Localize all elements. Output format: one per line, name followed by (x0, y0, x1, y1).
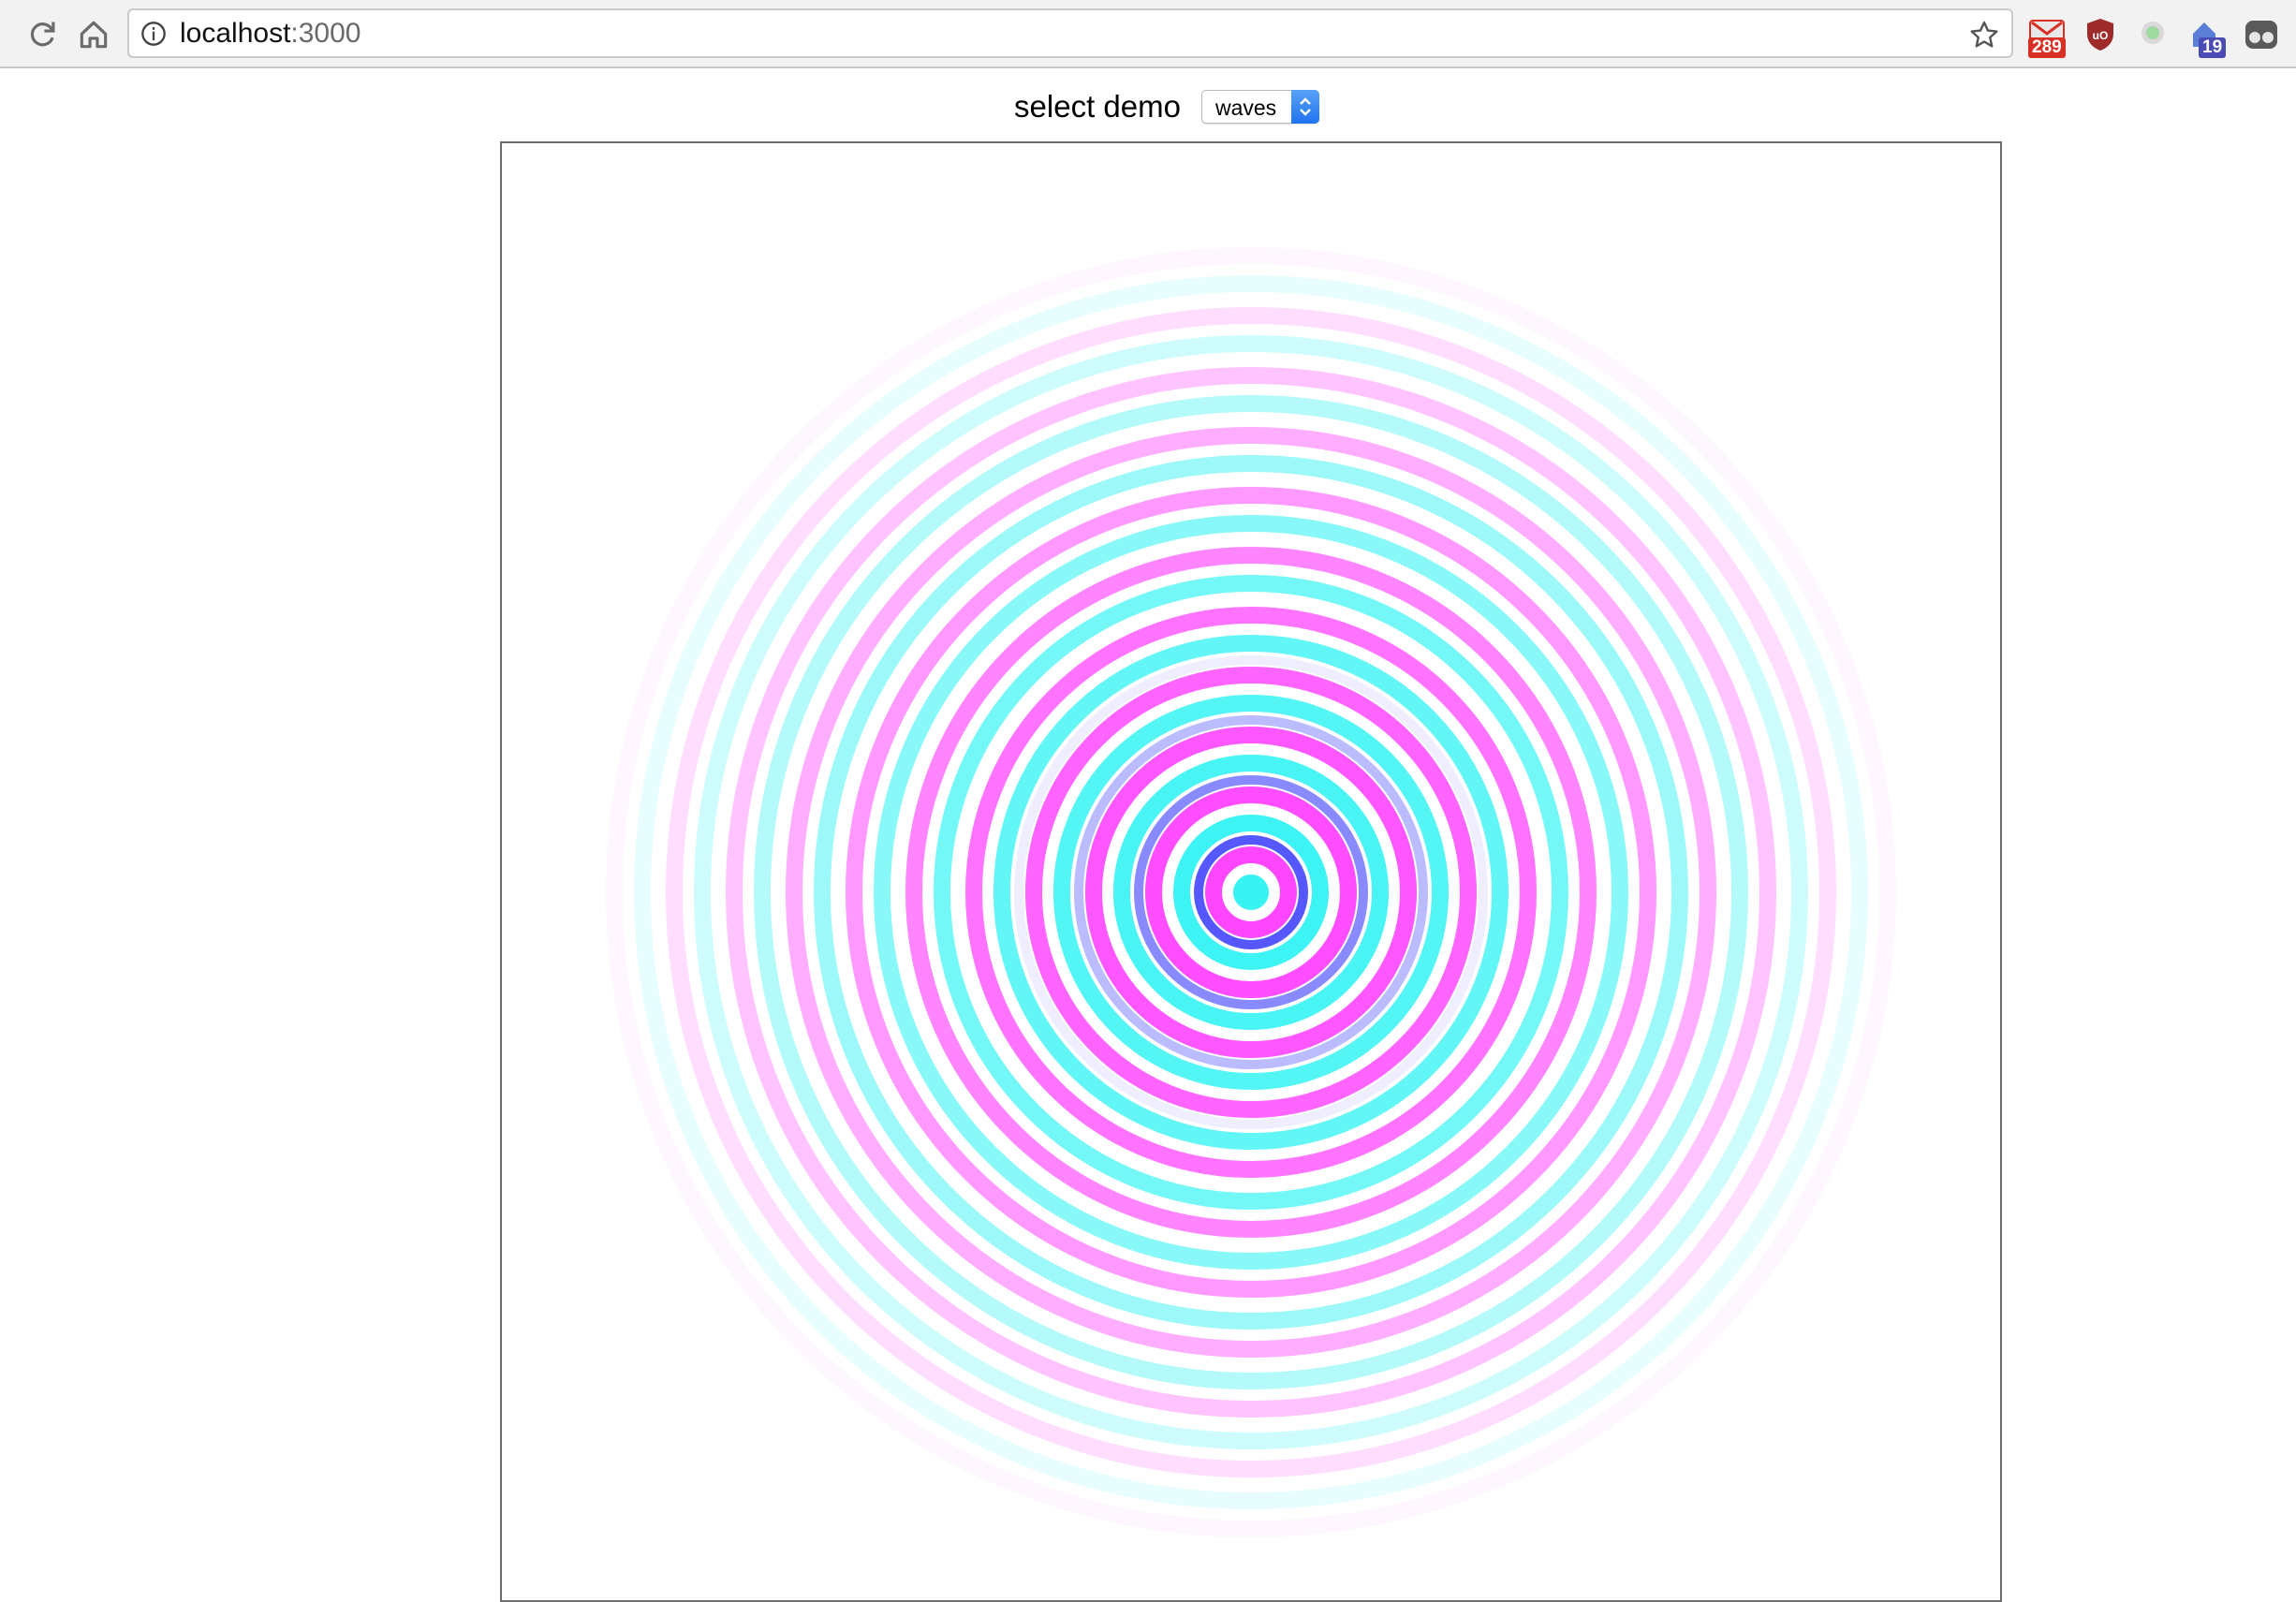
status-dot-icon[interactable] (2131, 13, 2174, 56)
ghostery-icon[interactable] (2240, 13, 2283, 56)
bookmark-star-icon[interactable] (1968, 19, 2000, 51)
home-icon[interactable] (76, 17, 111, 52)
url-text[interactable]: localhost:3000 (180, 18, 361, 50)
ublock-shield-icon[interactable]: uO (2079, 13, 2122, 56)
gmail-badge: 289 (2028, 37, 2066, 58)
reload-icon[interactable] (24, 17, 60, 52)
info-icon[interactable] (140, 21, 167, 47)
address-bar[interactable]: localhost:3000 (127, 8, 2013, 58)
browser-toolbar: localhost:3000 289 uO 19 (0, 0, 2296, 68)
gmail-extension-icon[interactable]: 289 (2026, 13, 2069, 58)
house-badge: 19 (2199, 37, 2227, 58)
house-extension-icon[interactable]: 19 (2187, 13, 2230, 58)
wave-center (1244, 886, 1258, 899)
url-host: localhost (180, 18, 291, 49)
select-demo-label: select demo (1014, 89, 1181, 124)
svg-text:uO: uO (2093, 29, 2109, 42)
waves-visualization (606, 247, 1896, 1537)
demo-selector: select demo waves (0, 82, 2296, 131)
demo-canvas[interactable] (500, 141, 2002, 1602)
wave-rings (606, 247, 1896, 1537)
url-port: :3000 (290, 18, 361, 49)
demo-select-value: waves (1214, 96, 1277, 120)
demo-select[interactable]: waves (1200, 90, 1319, 124)
select-stepper-icon[interactable] (1290, 90, 1319, 124)
